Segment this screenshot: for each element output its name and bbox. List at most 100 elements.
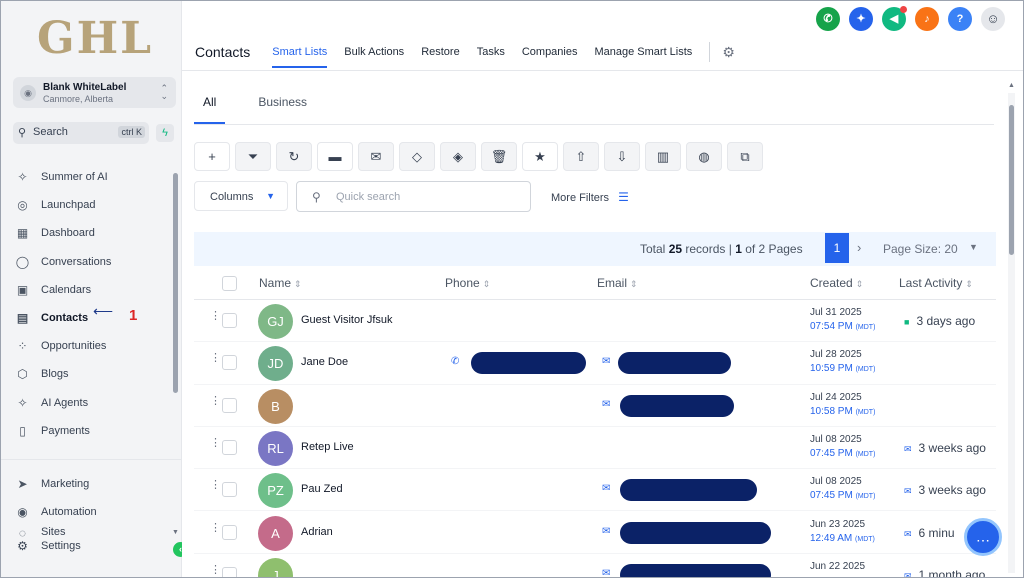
- megaphone-icon[interactable]: ◀: [882, 6, 907, 31]
- tab-restore[interactable]: Restore: [421, 46, 460, 68]
- mail-icon[interactable]: ✉: [358, 142, 394, 171]
- drag-handle-icon[interactable]: ⋮: [210, 395, 221, 406]
- column-created[interactable]: Created ⇕: [810, 276, 863, 290]
- sidebar-item-ai-agents[interactable]: ✧ AI Agents: [15, 389, 173, 417]
- column-email[interactable]: Email ⇕: [597, 276, 638, 290]
- page-size-select[interactable]: Page Size: 20: [883, 242, 958, 256]
- row-checkbox[interactable]: [222, 524, 237, 540]
- tab-manage-smart-lists[interactable]: Manage Smart Lists: [594, 46, 692, 68]
- column-name[interactable]: Name ⇕: [259, 276, 302, 290]
- user-avatar[interactable]: ☺: [981, 7, 1005, 31]
- tab-bulk-actions[interactable]: Bulk Actions: [344, 46, 404, 68]
- sidebar-scrollbar[interactable]: [173, 173, 178, 393]
- last-activity-text: 6 minu: [918, 525, 955, 540]
- column-phone[interactable]: Phone ⇕: [445, 276, 490, 290]
- message-icon[interactable]: ▬: [317, 142, 353, 171]
- tab-business[interactable]: Business: [249, 94, 316, 124]
- sidebar-item-marketing[interactable]: ➤ Marketing: [15, 470, 173, 498]
- sidebar-item-launchpad[interactable]: ◎ Launchpad: [15, 191, 173, 219]
- more-filters-label: More Filters: [551, 192, 610, 204]
- row-checkbox[interactable]: [222, 439, 237, 455]
- annotation-marker-1: 1: [129, 307, 138, 324]
- upload-icon[interactable]: ⇧: [563, 142, 599, 171]
- more-filters-button[interactable]: More Filters ☰: [551, 190, 629, 204]
- quick-action-bolt-icon[interactable]: ϟ: [156, 124, 174, 142]
- download-icon[interactable]: ⇩: [604, 142, 640, 171]
- tabs-divider: [194, 124, 994, 125]
- quick-search-input[interactable]: ⚲ Quick search: [296, 181, 531, 212]
- quick-search-placeholder: Quick search: [336, 191, 401, 203]
- contact-name[interactable]: Pau Zed: [301, 483, 343, 495]
- chat-icon: ◯: [15, 254, 30, 269]
- bell-icon[interactable]: ♪: [915, 7, 939, 31]
- brand-logo[interactable]: GHL: [37, 13, 153, 64]
- mail-icon: ✉: [602, 525, 611, 537]
- tab-companies[interactable]: Companies: [522, 46, 578, 68]
- main-scrollbar-thumb[interactable]: [1009, 105, 1014, 255]
- table-row[interactable]: ⋮ RL Retep Live Jul 08 2025 07:45 PM (MD…: [194, 427, 996, 470]
- sidebar-item-opportunities[interactable]: ⁘ Opportunities: [15, 332, 173, 360]
- drag-handle-icon[interactable]: ⋮: [210, 437, 221, 448]
- sidebar-item-settings[interactable]: ⚙ Settings: [15, 539, 81, 553]
- sidebar-item-conversations[interactable]: ◯ Conversations: [15, 248, 173, 276]
- phone-icon[interactable]: ✆: [816, 7, 840, 31]
- table-row[interactable]: ⋮ PZ Pau Zed ✉ Jul 08 2025 07:45 PM (MDT…: [194, 469, 996, 512]
- contact-name[interactable]: Adrian: [301, 526, 333, 538]
- sidebar-item-calendars[interactable]: ▣ Calendars: [15, 276, 173, 304]
- feedback-chat-icon[interactable]: ⋯: [964, 518, 1002, 556]
- row-checkbox[interactable]: [222, 355, 237, 371]
- magic-icon[interactable]: ✦: [849, 7, 873, 31]
- drag-handle-icon[interactable]: ⋮: [210, 522, 221, 533]
- created-date: Jun 23 2025: [810, 518, 866, 530]
- sidebar-item-payments[interactable]: ▯ Payments: [15, 417, 173, 445]
- row-checkbox[interactable]: [222, 482, 237, 498]
- filter-icon[interactable]: ⏷: [235, 142, 271, 171]
- tab-smart-lists[interactable]: Smart Lists: [272, 46, 328, 68]
- table-row[interactable]: ⋮ B ✉ Jul 24 2025 10:58 PM (MDT): [194, 385, 996, 427]
- tab-all[interactable]: All: [194, 94, 226, 124]
- workflow-icon[interactable]: ↻: [276, 142, 312, 171]
- row-checkbox[interactable]: [222, 397, 237, 413]
- table-row[interactable]: ⋮ A Adrian ✉ Jun 23 2025 12:49 AM (MDT) …: [194, 512, 996, 554]
- avatar: J: [258, 557, 293, 577]
- sidebar-item-automation[interactable]: ◉ Automation: [15, 498, 173, 526]
- contact-name[interactable]: Jane Doe: [301, 356, 348, 368]
- scroll-down-icon[interactable]: ▼: [172, 529, 179, 536]
- column-last-activity[interactable]: Last Activity ⇕: [899, 276, 973, 290]
- help-icon[interactable]: ?: [948, 7, 972, 31]
- star-icon[interactable]: ★: [522, 142, 558, 171]
- row-checkbox[interactable]: [222, 566, 237, 577]
- sidebar-item-dashboard[interactable]: ▦ Dashboard: [15, 219, 173, 247]
- sidebar-item-blogs[interactable]: ⬡ Blogs: [15, 360, 173, 388]
- created-date: Jul 08 2025: [810, 476, 862, 488]
- merge-icon[interactable]: ⧉: [727, 142, 763, 171]
- company-icon[interactable]: ▥: [645, 142, 681, 171]
- sidebar-search[interactable]: ⚲ Search ctrl K: [13, 122, 149, 144]
- page-button-1[interactable]: 1: [825, 233, 849, 263]
- contact-name[interactable]: Retep Live: [301, 441, 354, 453]
- drag-handle-icon[interactable]: ⋮: [210, 353, 221, 364]
- drag-handle-icon[interactable]: ⋮: [210, 564, 221, 575]
- settings-gear-icon[interactable]: ⚙: [722, 44, 735, 71]
- columns-dropdown[interactable]: Columns ▼: [194, 181, 288, 211]
- row-checkbox[interactable]: [222, 313, 237, 328]
- drag-handle-icon[interactable]: ⋮: [210, 480, 221, 491]
- tag-add-icon[interactable]: ◇: [399, 142, 435, 171]
- trash-icon[interactable]: 🗑: [481, 142, 517, 171]
- contact-name[interactable]: Guest Visitor Jfsuk: [301, 314, 393, 326]
- table-row[interactable]: ⋮ GJ Guest Visitor Jfsuk Jul 31 2025 07:…: [194, 300, 996, 343]
- tag-remove-icon[interactable]: ◈: [440, 142, 476, 171]
- tab-tasks[interactable]: Tasks: [477, 46, 505, 68]
- select-all-checkbox[interactable]: [222, 276, 237, 291]
- drag-handle-icon[interactable]: ⋮: [210, 311, 221, 322]
- table-row[interactable]: ⋮ J ✉ Jun 22 2025 ✉ 1 month ago: [194, 554, 996, 577]
- created-time: 07:45 PM (MDT): [810, 448, 875, 459]
- scroll-up-icon[interactable]: ▲: [1008, 82, 1015, 89]
- mail-icon: ✉: [602, 483, 611, 495]
- sidebar-item-summer-of-ai[interactable]: ✧ Summer of AI: [15, 163, 173, 191]
- account-switcher[interactable]: ◉ Blank WhiteLabel Canmore, Alberta ⌃ ⌄: [13, 77, 176, 108]
- table-row[interactable]: ⋮ JD Jane Doe ✆ ✉ Jul 28 2025 10:59 PM (…: [194, 342, 996, 385]
- next-page-icon[interactable]: ›: [857, 240, 861, 255]
- add-icon[interactable]: +: [194, 142, 230, 171]
- whatsapp-icon[interactable]: ◍: [686, 142, 722, 171]
